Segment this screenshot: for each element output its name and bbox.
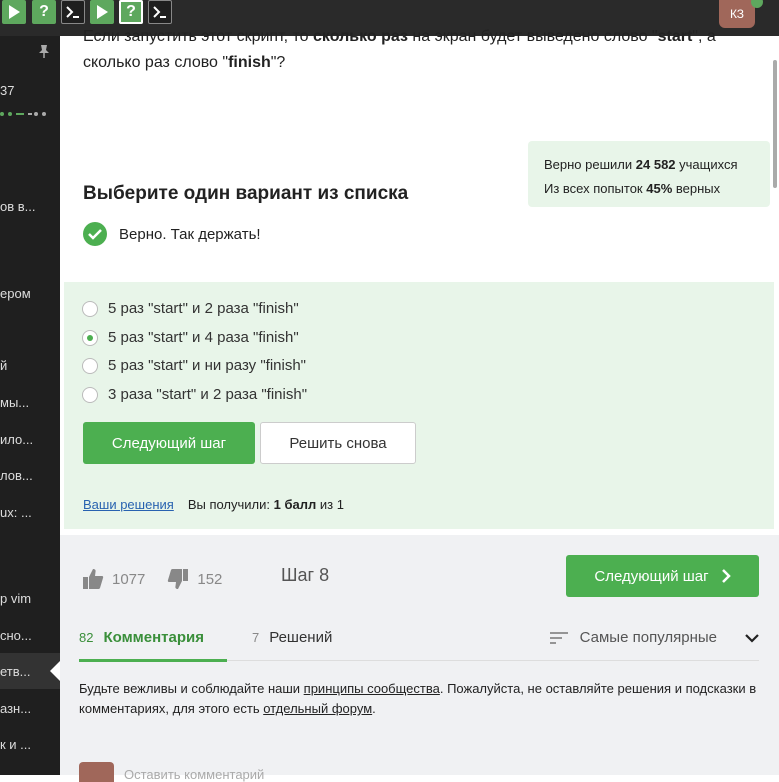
next-step-label: Следующий шаг (594, 567, 709, 585)
dislikes-count: 152 (197, 570, 223, 588)
answer-option[interactable]: 5 раз "start" и ни разу "finish" (82, 357, 306, 374)
question-part: на экран будет выведено слово " (407, 28, 658, 45)
community-rules-link[interactable]: принципы сообщества (304, 681, 440, 696)
sidebar-item-active[interactable]: етв... (0, 664, 60, 679)
stats-value: 24 582 (635, 157, 676, 172)
notification-dot (751, 0, 763, 8)
sidebar-item[interactable]: p vim (0, 591, 60, 606)
quiz-heading: Выберите один вариант из списка (83, 183, 409, 204)
step-question-icon-current[interactable]: ? (119, 0, 143, 24)
community-notice: Будьте вежливы и соблюдайте наши принцип… (79, 679, 763, 719)
question-part: Если запустить этот скрипт, то (83, 28, 314, 45)
forum-link[interactable]: отдельный форум (263, 701, 372, 716)
result-text: Верно. Так держать! (119, 225, 261, 243)
stats-attempts: Из всех попыток 45% верных (544, 177, 754, 201)
tab-count: 7 (252, 630, 260, 645)
main-content: Если запустить этот скрипт, то сколько р… (60, 28, 779, 782)
tab-label: Решений (269, 629, 333, 646)
answer-label: 5 раз "start" и 2 раза "finish" (108, 300, 299, 317)
sidebar-item[interactable]: азн... (0, 701, 60, 716)
likes-count: 1077 (112, 570, 146, 588)
tab-label: Комментария (103, 629, 205, 646)
answer-label: 5 раз "start" и ни разу "finish" (108, 357, 306, 374)
stats-value: 45% (646, 181, 673, 196)
step-play-icon[interactable] (90, 0, 114, 24)
pin-icon[interactable] (38, 44, 50, 58)
step-terminal-icon[interactable] (61, 0, 85, 24)
stats-text: Верно решили (544, 157, 636, 172)
stats-text: верных (672, 181, 721, 196)
user-initials: КЗ (729, 7, 745, 21)
comment-avatar (79, 762, 114, 782)
sidebar-item[interactable]: сно... (0, 628, 60, 643)
tab-solutions[interactable]: 7 Решений (252, 629, 332, 646)
solve-again-button[interactable]: Решить снова (260, 422, 416, 464)
radio-button[interactable] (82, 300, 98, 317)
sidebar-progress: 37 (0, 83, 15, 98)
sort-dropdown[interactable]: Самые популярные (549, 629, 759, 646)
question-part: "? (270, 54, 286, 71)
answer-option-selected[interactable]: 5 раз "start" и 4 раза "finish" (82, 329, 299, 346)
answer-option[interactable]: 3 раза "start" и 2 раза "finish" (82, 386, 307, 403)
step-play-icon[interactable] (2, 0, 26, 24)
question-bold: сколько раз (313, 28, 408, 45)
scrollbar[interactable] (773, 60, 777, 188)
tab-comments[interactable]: 82 Комментария (79, 629, 204, 646)
sort-label: Самые популярные (579, 629, 717, 646)
sidebar: 37 ов в... ером й мы... ило... лов... ux… (0, 36, 60, 775)
score-suffix: из 1 (316, 497, 344, 512)
votes: 1077 152 (82, 568, 222, 590)
sidebar-item[interactable]: лов... (0, 468, 60, 483)
chevron-down-icon (745, 633, 759, 643)
sidebar-item[interactable]: й (0, 358, 60, 373)
stats-box: Верно решили 24 582 учащихся Из всех поп… (528, 141, 770, 207)
discussion-tabs: 82 Комментария 7 Решений Самые популярны… (79, 623, 759, 662)
next-step-button-footer[interactable]: Следующий шаг (566, 555, 759, 597)
question-text: Если запустить этот скрипт, то сколько р… (83, 24, 743, 76)
active-tab-underline (79, 659, 227, 662)
step-label: Шаг 8 (281, 565, 330, 585)
answer-label: 3 раза "start" и 2 раза "finish" (108, 386, 308, 403)
sidebar-item[interactable]: ов в... (0, 199, 60, 214)
sidebar-item[interactable]: ером (0, 286, 60, 301)
thumbs-up-icon[interactable] (82, 568, 104, 590)
sidebar-item[interactable]: к и ... (0, 737, 60, 752)
question-bold: finish (228, 54, 271, 71)
notice-text: Будьте вежливы и соблюдайте наши (79, 681, 304, 696)
result-message: Верно. Так держать! (83, 222, 261, 246)
sidebar-item[interactable]: ux: ... (0, 505, 60, 520)
answer-option[interactable]: 5 раз "start" и 2 раза "finish" (82, 300, 299, 317)
chevron-right-icon (721, 569, 731, 583)
stats-text: Из всех попыток (544, 181, 647, 196)
radio-button[interactable] (82, 386, 98, 403)
step-question-icon[interactable]: ? (32, 0, 56, 24)
score-value: 1 балл (273, 497, 317, 512)
notice-text: . (372, 701, 376, 716)
next-step-button[interactable]: Следующий шаг (83, 422, 255, 464)
solutions-line: Ваши решения Вы получили: 1 балл из 1 (83, 497, 344, 512)
step-terminal-icon[interactable] (148, 0, 172, 24)
radio-button[interactable] (82, 357, 98, 374)
discussion-area: 1077 152 Шаг 8 Следующий шаг 82 Коммента… (60, 535, 779, 782)
answer-label: 5 раз "start" и 4 раза "finish" (108, 329, 299, 346)
sidebar-item[interactable]: мы... (0, 395, 60, 410)
checkmark-icon (83, 222, 107, 246)
stats-text: учащихся (675, 157, 738, 172)
tab-count: 82 (79, 630, 94, 645)
score-text: Вы получили: 1 балл из 1 (188, 497, 344, 512)
thumbs-down-icon[interactable] (167, 568, 189, 590)
radio-button-checked[interactable] (82, 329, 98, 346)
sidebar-item[interactable]: ило... (0, 432, 60, 447)
answers-panel: 5 раз "start" и 2 раза "finish" 5 раз "s… (64, 282, 774, 529)
sort-icon (549, 631, 568, 644)
progress-dots (0, 111, 48, 116)
question-bold: start (657, 28, 693, 45)
my-solutions-link[interactable]: Ваши решения (83, 497, 174, 512)
stats-solved: Верно решили 24 582 учащихся (544, 153, 754, 177)
score-prefix: Вы получили: (187, 497, 274, 512)
